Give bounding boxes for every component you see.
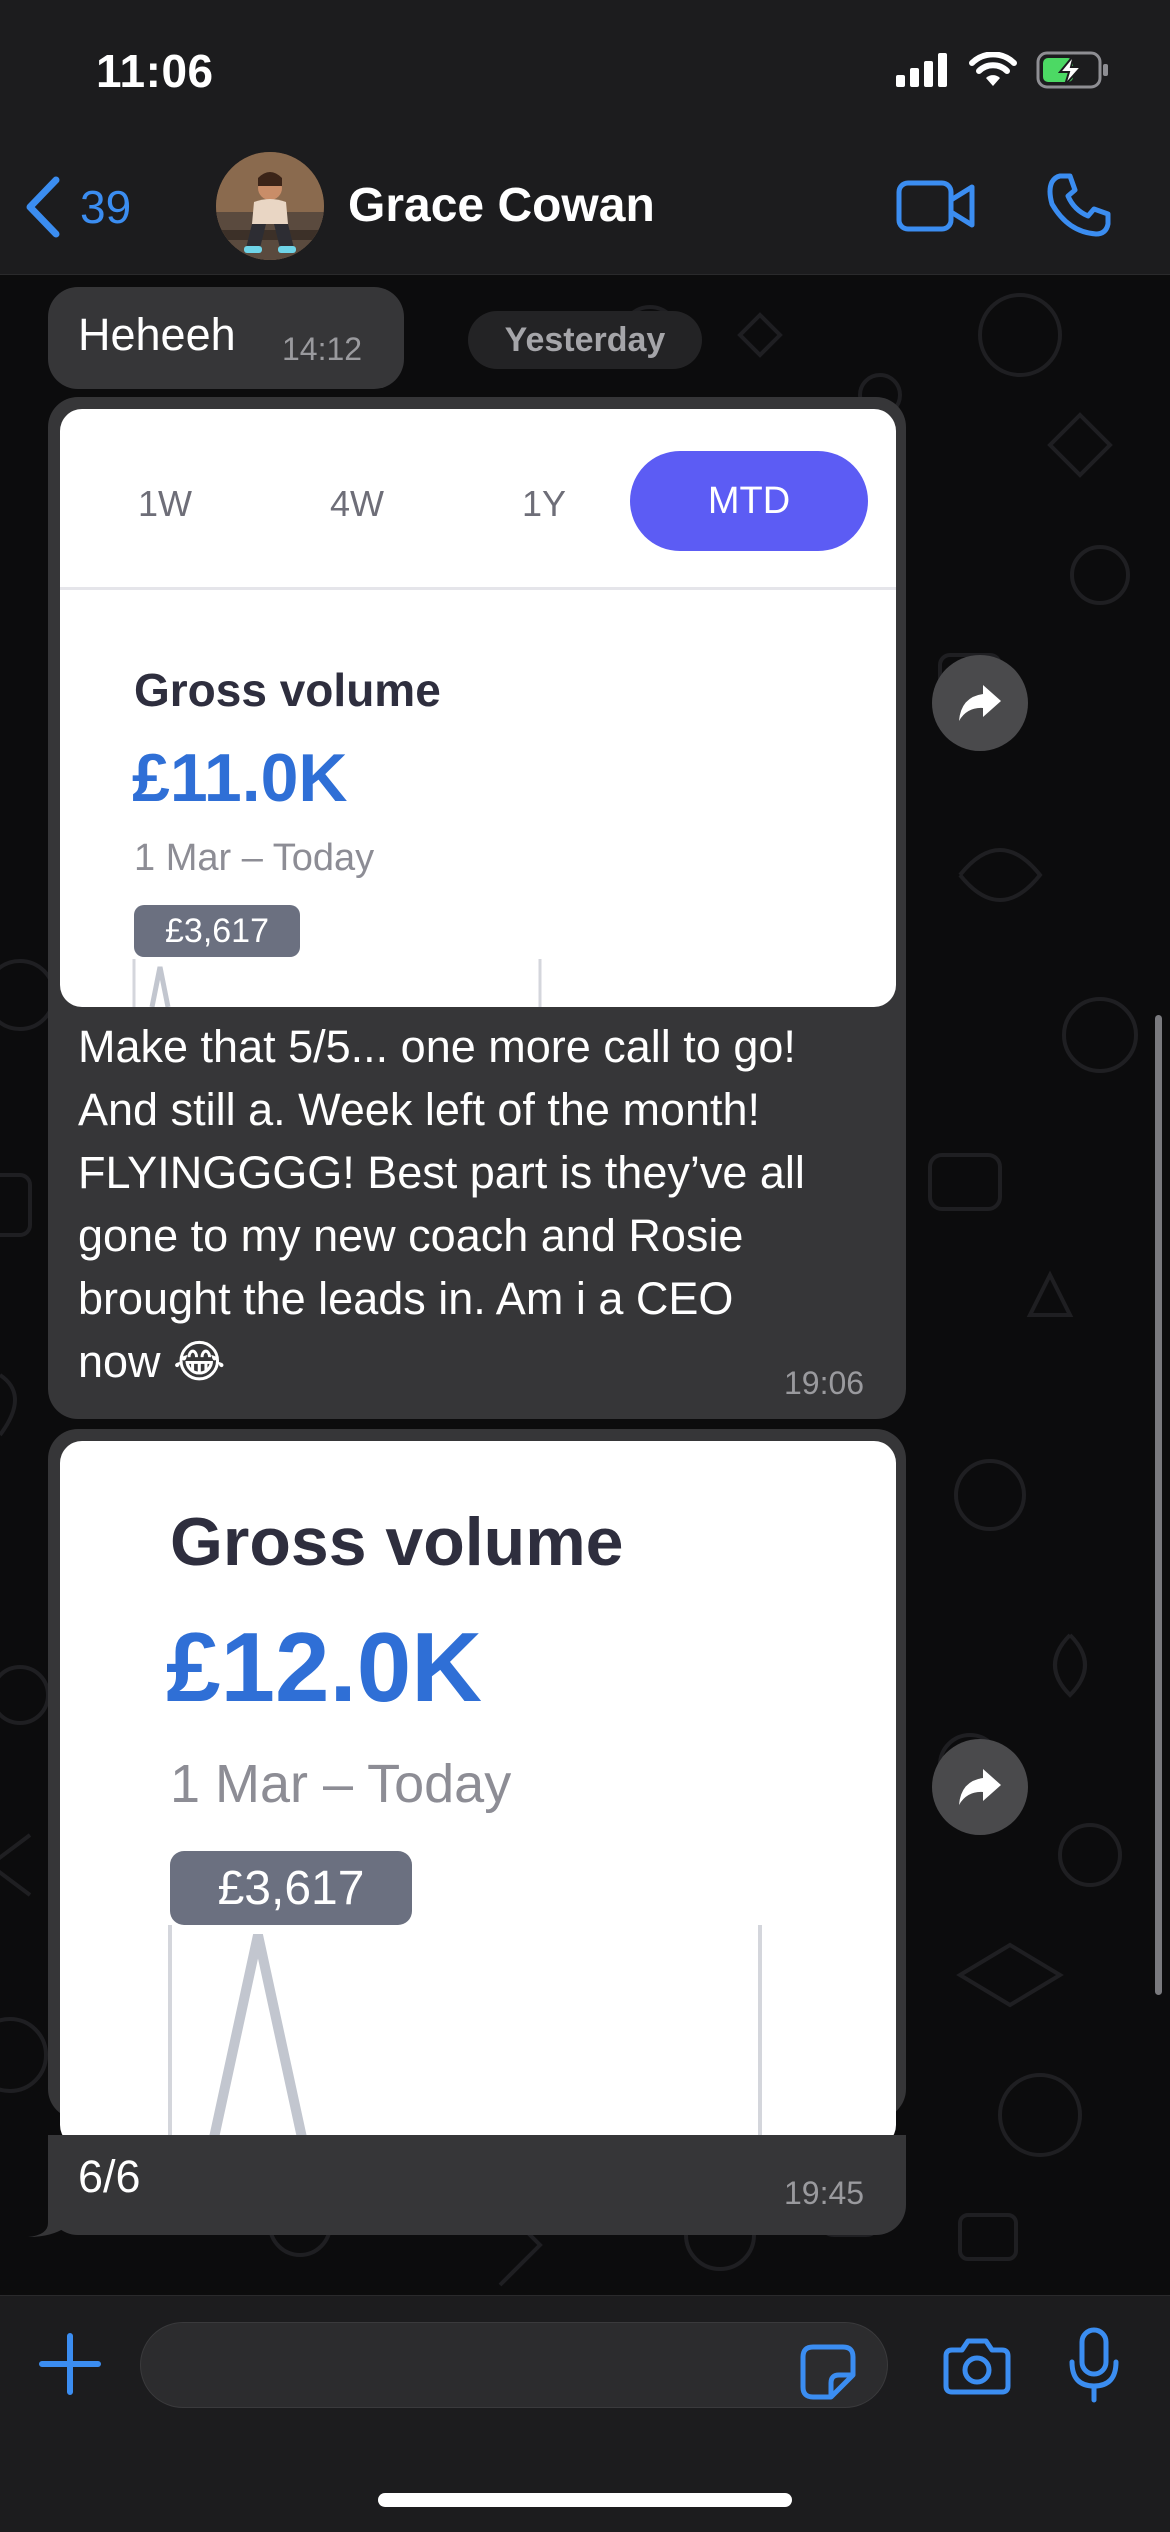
contact-name[interactable]: Grace Cowan — [348, 178, 655, 233]
image-title: Gross volume — [134, 664, 441, 716]
image-title: Gross volume — [170, 1504, 624, 1580]
image-amount: £11.0K — [132, 740, 348, 816]
message-time: 19:06 — [784, 1365, 865, 1401]
video-camera-icon — [896, 180, 975, 232]
tab-4w: 4W — [330, 483, 384, 524]
plus-icon — [39, 2333, 101, 2395]
tab-mtd: MTD — [630, 451, 868, 551]
battery-charging-icon — [1036, 51, 1108, 89]
scroll-indicator[interactable] — [1155, 1015, 1162, 1995]
back-button[interactable]: 39 — [24, 176, 131, 238]
image-tooltip-value: £3,617 — [134, 905, 300, 957]
image-chart-lines — [168, 1925, 762, 2147]
tab-1w: 1W — [138, 483, 192, 524]
attach-button[interactable] — [38, 2332, 102, 2401]
message-input[interactable] — [140, 2322, 888, 2408]
message-text: Heheeh — [78, 309, 236, 360]
cellular-signal-icon — [896, 53, 947, 87]
camera-icon — [943, 2338, 1011, 2395]
forward-arrow-icon — [959, 1769, 1001, 1805]
bubble-tail — [28, 2193, 66, 2237]
image-date-range: 1 Mar – Today — [170, 1754, 512, 1814]
forward-arrow-icon — [959, 685, 1001, 721]
chat-header: 39 Grace Cowan — [0, 140, 1170, 275]
message-bubble[interactable]: Gross volume £12.0K 1 Mar – Today £3,617 — [48, 1429, 906, 2147]
status-bar: 11:06 — [0, 0, 1170, 140]
message-time: 14:12 — [282, 331, 363, 367]
message-text: Make that 5/5... one more call to go! An… — [78, 1021, 805, 1387]
message-image[interactable]: Gross volume £12.0K 1 Mar – Today £3,617 — [60, 1441, 896, 2147]
unread-count: 39 — [80, 181, 132, 233]
forward-button[interactable] — [932, 655, 1028, 751]
voice-call-button[interactable] — [1046, 172, 1112, 243]
forward-button[interactable] — [932, 1739, 1028, 1835]
message-bubble[interactable]: 1W 4W 1Y MTD Gross volume £11.0K 1 Mar –… — [48, 397, 906, 1419]
phone-icon — [1047, 173, 1111, 237]
status-icons — [896, 50, 1110, 90]
message-image[interactable]: 1W 4W 1Y MTD Gross volume £11.0K 1 Mar –… — [60, 409, 896, 1007]
image-amount: £12.0K — [166, 1612, 483, 1722]
message-caption: 6/6 19:45 — [48, 2135, 906, 2235]
sticker-button[interactable] — [799, 2343, 857, 2406]
status-time: 11:06 — [96, 45, 214, 97]
home-indicator[interactable] — [378, 2493, 792, 2507]
image-tooltip-value: £3,617 — [170, 1851, 412, 1925]
message-text: 6/6 — [78, 2151, 141, 2202]
camera-button[interactable] — [942, 2336, 1012, 2401]
message-bubble[interactable]: Heheeh 14:12 — [48, 287, 404, 389]
image-date-range: 1 Mar – Today — [134, 837, 375, 879]
date-separator: Yesterday — [468, 311, 702, 369]
message-time: 19:45 — [784, 2175, 865, 2211]
image-chart-lines — [132, 959, 542, 1007]
microphone-icon — [1069, 2327, 1119, 2403]
wifi-icon — [969, 52, 1017, 86]
sticker-icon — [800, 2344, 856, 2400]
tab-1y: 1Y — [522, 483, 567, 524]
chevron-left-icon — [26, 176, 60, 238]
microphone-button[interactable] — [1066, 2326, 1122, 2411]
video-call-button[interactable] — [896, 178, 976, 239]
contact-avatar[interactable] — [216, 152, 324, 260]
image-divider — [60, 587, 896, 590]
chat-area[interactable]: Heheeh 14:12 Yesterday 1W 4W 1Y MTD Gros… — [0, 275, 1170, 2295]
